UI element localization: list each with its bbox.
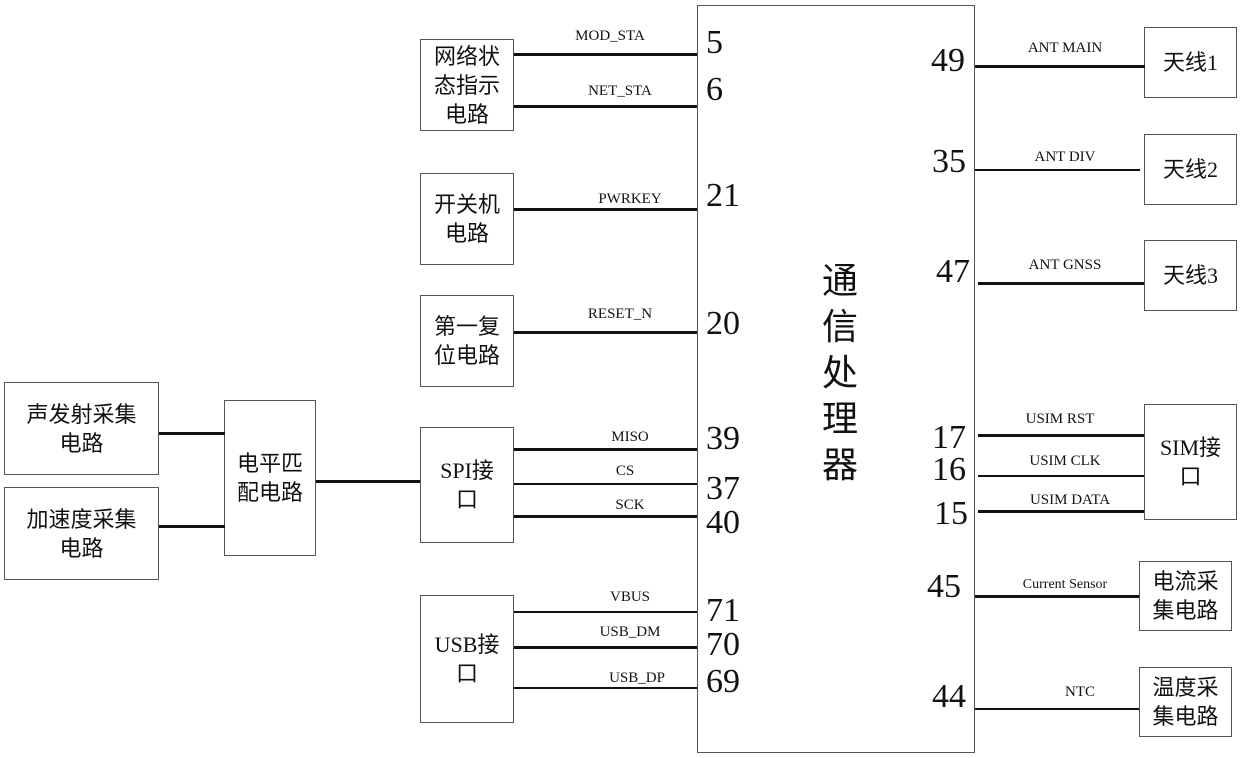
wire-reset-n xyxy=(514,331,697,334)
wire-pwrkey xyxy=(514,208,697,211)
signal-label-net-sta: NET_STA xyxy=(588,83,652,99)
signal-label-ntc: NTC xyxy=(1065,684,1095,700)
signal-label-reset-n: RESET_N xyxy=(587,306,653,322)
wire-ant-main xyxy=(975,65,1145,68)
wire-level-to-spi xyxy=(316,480,420,483)
antenna-2-label: 天线2 xyxy=(1162,157,1218,182)
signal-label-sck: SCK xyxy=(615,497,645,513)
signal-label-pwrkey: PWRKEY xyxy=(598,191,662,207)
wire-mod-sta xyxy=(514,53,697,56)
pin-15: 15 xyxy=(934,495,968,532)
signal-label-mod-sta: MOD_STA xyxy=(575,28,645,44)
wire-ant-gnss xyxy=(978,282,1144,285)
signal-label-vbus: VBUS xyxy=(609,589,650,605)
pin-35: 35 xyxy=(932,143,966,180)
pin-47: 47 xyxy=(936,253,970,290)
wire-miso xyxy=(514,448,697,451)
temperature-sensing-block: 温度采 集电路 xyxy=(1139,667,1232,737)
wire-cs xyxy=(514,483,697,485)
pin-70: 70 xyxy=(706,626,740,663)
level-matching-block: 电平匹 配电路 xyxy=(224,400,316,556)
signal-label-usb-dm: USB_DM xyxy=(599,624,661,640)
signal-label-usim-data: USIM DATA xyxy=(1029,492,1111,508)
wire-acoustic-to-level xyxy=(159,432,225,435)
wire-current-sensor xyxy=(975,595,1139,598)
signal-label-cs: CS xyxy=(615,463,635,479)
pin-40: 40 xyxy=(706,504,740,541)
wire-usim-clk xyxy=(978,475,1144,477)
usb-label: USB接 口 xyxy=(434,632,500,686)
sim-interface-block: SIM接 口 xyxy=(1144,404,1237,520)
acceleration-block: 加速度采集 电路 xyxy=(4,487,159,580)
wire-usim-rst xyxy=(978,434,1144,437)
processor-label: 通 信 处 理 器 xyxy=(821,261,858,485)
acoustic-emission-block: 声发射采集 电路 xyxy=(4,382,159,475)
signal-label-current-sensor: Current Sensor xyxy=(1022,577,1108,592)
wire-net-sta xyxy=(514,105,697,108)
pin-69: 69 xyxy=(706,663,740,700)
sim-label: SIM接 口 xyxy=(1159,435,1222,489)
spi-label: SPI接 口 xyxy=(440,458,494,512)
pin-16: 16 xyxy=(932,451,966,488)
pin-44: 44 xyxy=(932,678,966,715)
antenna-3-label: 天线3 xyxy=(1162,263,1218,288)
pin-45: 45 xyxy=(927,568,961,605)
antenna-1-label: 天线1 xyxy=(1162,50,1218,75)
pin-37: 37 xyxy=(706,470,740,507)
pin-49: 49 xyxy=(931,42,965,79)
pin-21: 21 xyxy=(706,177,740,214)
network-status-label: 网络状 态指示 电路 xyxy=(433,43,500,127)
accel-label: 加速度采集 电路 xyxy=(26,506,137,561)
wire-vbus xyxy=(514,611,697,613)
pin-39: 39 xyxy=(706,420,740,457)
wire-usb-dm xyxy=(514,646,697,649)
signal-label-usim-clk: USIM CLK xyxy=(1029,453,1101,469)
signal-label-ant-gnss: ANT GNSS xyxy=(1028,257,1102,273)
antenna-2-block: 天线2 xyxy=(1144,134,1237,205)
network-status-indicator-block: 网络状 态指示 电路 xyxy=(420,39,514,131)
temp-label: 温度采 集电路 xyxy=(1152,675,1219,729)
reset-circuit-block: 第一复 位电路 xyxy=(420,295,514,387)
power-switch-label: 开关机 电路 xyxy=(433,192,500,246)
antenna-3-block: 天线3 xyxy=(1144,240,1237,311)
signal-label-usb-dp: USB_DP xyxy=(609,670,665,686)
reset-label: 第一复 位电路 xyxy=(433,314,500,368)
spi-interface-block: SPI接 口 xyxy=(420,427,514,543)
antenna-1-block: 天线1 xyxy=(1144,27,1237,98)
wire-usb-dp xyxy=(514,687,697,689)
pin-20: 20 xyxy=(706,305,740,342)
wire-usim-data xyxy=(978,510,1144,513)
acoustic-label: 声发射采集 电路 xyxy=(26,401,137,456)
wire-sck xyxy=(514,515,697,518)
wire-ant-div xyxy=(975,169,1140,171)
current-label: 电流采 集电路 xyxy=(1152,569,1219,623)
signal-label-ant-div: ANT DIV xyxy=(1034,149,1096,165)
pin-6: 6 xyxy=(706,71,723,108)
power-switch-block: 开关机 电路 xyxy=(420,173,514,265)
signal-label-usim-rst: USIM RST xyxy=(1025,411,1095,427)
signal-label-miso: MISO xyxy=(611,429,649,445)
current-sensing-block: 电流采 集电路 xyxy=(1139,561,1232,631)
signal-label-ant-main: ANT MAIN xyxy=(1027,40,1103,56)
pin-17: 17 xyxy=(932,419,966,456)
pin-5: 5 xyxy=(706,24,723,61)
level-match-label: 电平匹 配电路 xyxy=(236,451,303,505)
pin-71: 71 xyxy=(706,592,740,629)
wire-accel-to-level xyxy=(159,525,225,528)
usb-interface-block: USB接 口 xyxy=(420,595,514,723)
wire-ntc xyxy=(975,708,1139,710)
